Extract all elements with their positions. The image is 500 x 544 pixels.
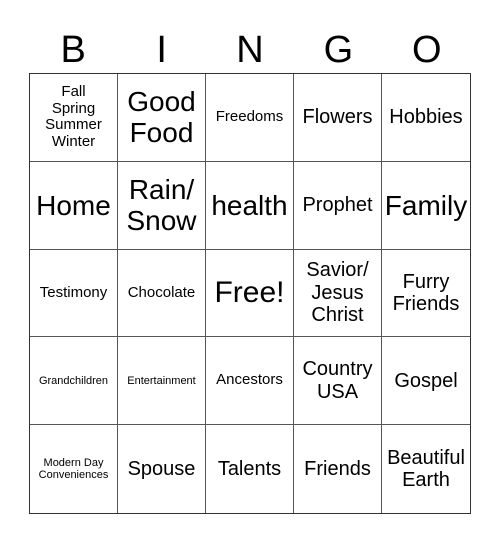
- header-letter-i: I: [156, 29, 167, 71]
- cell-label: Chocolate: [127, 283, 196, 301]
- cell-label: Grandchildren: [38, 374, 109, 387]
- cell-label: Family: [384, 189, 468, 221]
- cell-label: Furry Friends: [392, 270, 460, 315]
- cell-label: Modern Day Conveniences: [38, 456, 109, 482]
- bingo-cell[interactable]: Free!: [206, 249, 294, 338]
- cell-label: Gospel: [394, 369, 458, 392]
- cell-label: health: [211, 189, 288, 221]
- bingo-cell[interactable]: Rain/ Snow: [118, 161, 206, 250]
- bingo-cell[interactable]: Country USA: [294, 337, 382, 426]
- cell-label: Home: [36, 189, 111, 221]
- cell-label: Beautiful Earth: [387, 446, 465, 492]
- cell-label: Flowers: [302, 106, 373, 129]
- header-letter-n: N: [236, 29, 264, 71]
- bingo-cell[interactable]: Family: [382, 162, 470, 250]
- bingo-cell[interactable]: Beautiful Earth: [382, 425, 470, 513]
- bingo-cell[interactable]: Modern Day Conveniences: [30, 425, 118, 513]
- header-letter-o: O: [412, 29, 442, 71]
- bingo-cell[interactable]: Gospel: [382, 337, 470, 426]
- bingo-cell[interactable]: Chocolate: [118, 249, 206, 338]
- bingo-cell[interactable]: Friends: [294, 425, 382, 513]
- bingo-cell[interactable]: Prophet: [294, 161, 382, 250]
- bingo-cell[interactable]: Savior/ Jesus Christ: [294, 249, 382, 338]
- header-letter-g: G: [323, 29, 354, 71]
- cell-label: Fall Spring Summer Winter: [45, 82, 102, 151]
- bingo-cell[interactable]: Ancestors: [206, 337, 294, 426]
- cell-label: Free!: [214, 276, 285, 310]
- bingo-cell[interactable]: Entertainment: [118, 337, 206, 426]
- header-letter-b: B: [60, 29, 86, 71]
- bingo-cell[interactable]: Furry Friends: [382, 250, 470, 338]
- cell-label: Spouse: [127, 457, 196, 480]
- cell-label: Testimony: [39, 283, 108, 301]
- bingo-grid: Fall Spring Summer Winter Good Food Freedo…: [29, 73, 471, 514]
- cell-label: Country USA: [302, 358, 373, 403]
- cell-label: Freedoms: [215, 108, 284, 125]
- cell-label: Good Food: [127, 86, 196, 149]
- bingo-cell[interactable]: health: [206, 161, 294, 250]
- bingo-cell[interactable]: Freedoms: [206, 74, 294, 162]
- bingo-cell[interactable]: Hobbies: [382, 74, 470, 162]
- bingo-cell[interactable]: Grandchildren: [30, 337, 118, 426]
- bingo-cell[interactable]: Flowers: [294, 74, 382, 162]
- cell-label: Friends: [304, 457, 371, 480]
- bingo-cell[interactable]: Home: [30, 161, 118, 250]
- cell-label: Savior/ Jesus Christ: [306, 259, 369, 327]
- cell-label: Rain/ Snow: [126, 173, 197, 237]
- cell-label: Hobbies: [389, 106, 463, 129]
- cell-label: Entertainment: [127, 374, 196, 387]
- bingo-header: B I N G O: [29, 28, 471, 72]
- cell-label: Ancestors: [216, 371, 283, 389]
- bingo-cell[interactable]: Fall Spring Summer Winter: [30, 74, 118, 162]
- cell-label: Talents: [217, 457, 282, 480]
- bingo-cell[interactable]: Spouse: [118, 425, 206, 513]
- bingo-cell[interactable]: Talents: [206, 425, 294, 513]
- bingo-cell[interactable]: Good Food: [118, 74, 206, 162]
- cell-label: Prophet: [302, 194, 373, 216]
- bingo-cell[interactable]: Testimony: [30, 249, 118, 338]
